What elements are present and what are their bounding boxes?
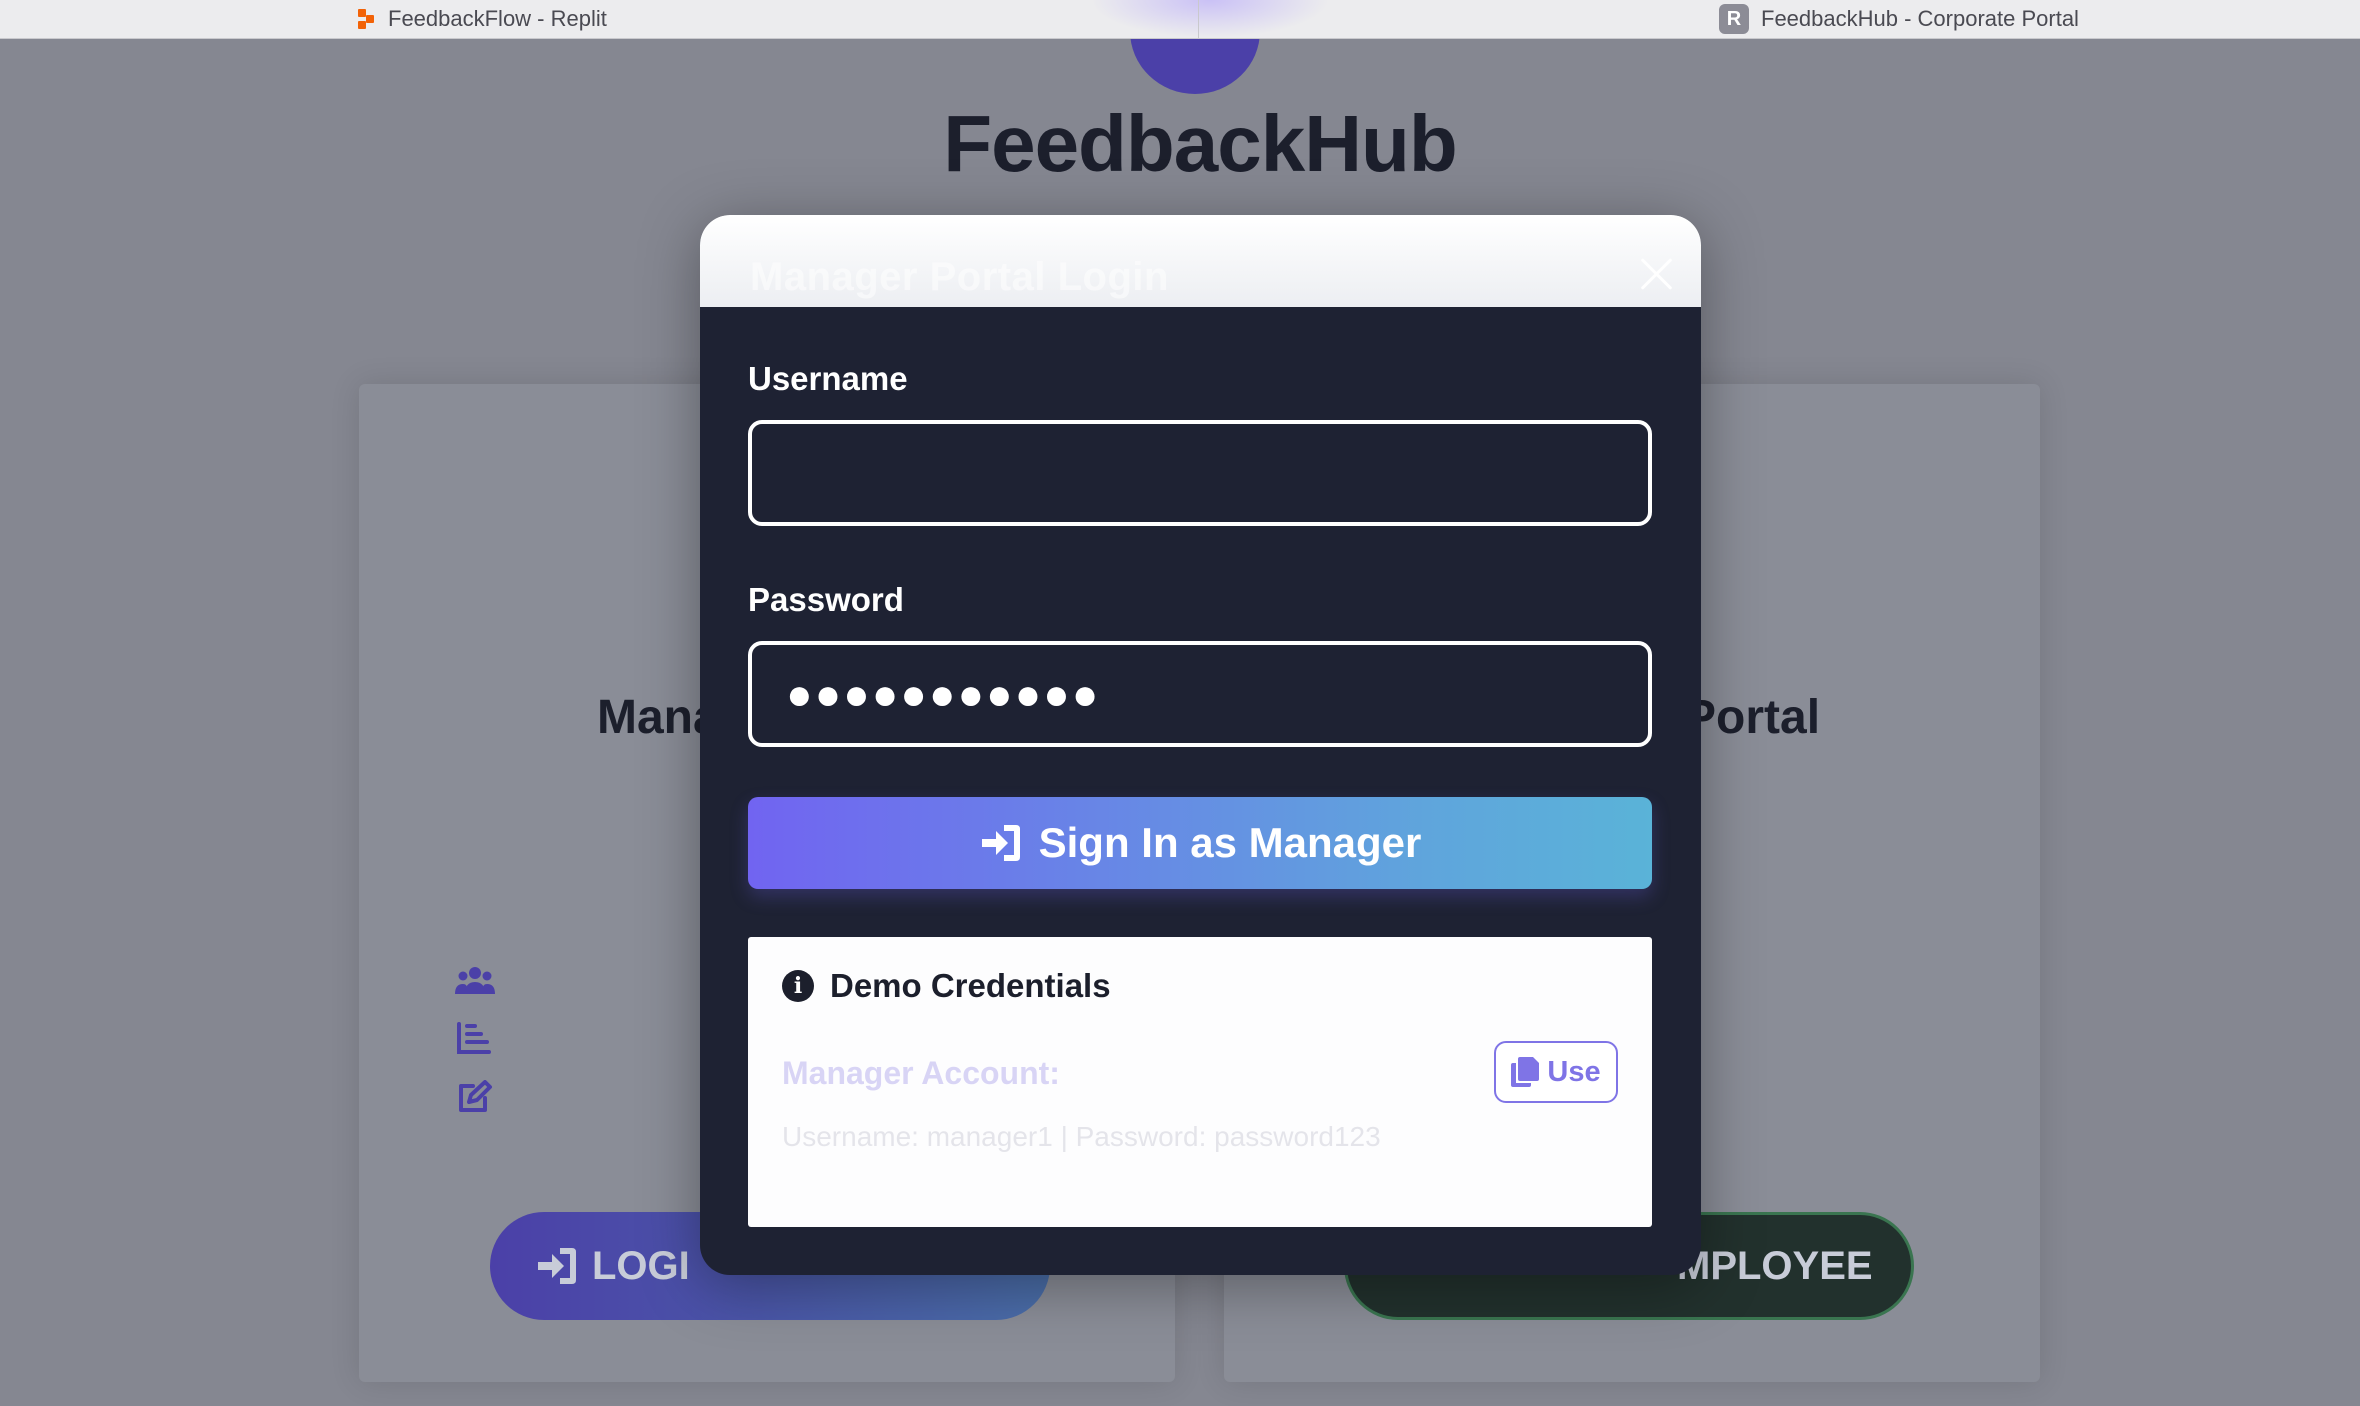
- demo-credentials-text: Username: manager1 | Password: password1…: [782, 1121, 1381, 1152]
- sign-in-icon: [981, 825, 1020, 861]
- demo-heading-text: Demo Credentials: [830, 967, 1111, 1004]
- users-icon: [455, 964, 495, 998]
- edit-icon: [455, 1080, 495, 1114]
- use-label: Use: [1547, 1055, 1601, 1088]
- use-credentials-button[interactable]: Use: [1494, 1041, 1618, 1103]
- browser-tab-bar: FeedbackFlow - Replit R FeedbackHub - Co…: [0, 0, 2360, 39]
- copy-icon: [1511, 1057, 1540, 1087]
- browser-tab-feedbackhub[interactable]: R FeedbackHub - Corporate Portal: [1719, 0, 2079, 38]
- close-icon[interactable]: [1633, 251, 1679, 297]
- chart-icon: [455, 1022, 495, 1056]
- sign-in-button[interactable]: Sign In as Manager: [748, 797, 1652, 889]
- sign-in-label: Sign In as Manager: [1038, 819, 1422, 866]
- card-title: Portal: [1684, 691, 1821, 744]
- r-favicon-icon: R: [1719, 4, 1749, 34]
- tab-divider: [1198, 0, 1199, 38]
- sign-in-icon: [538, 1248, 576, 1284]
- app-title: FeedbackHub: [943, 99, 1458, 188]
- tab-title: FeedbackHub - Corporate Portal: [1761, 6, 2079, 31]
- modal-title: Manager Portal Login: [750, 255, 1169, 299]
- info-icon: i: [782, 970, 814, 1002]
- username-label: Username: [748, 360, 908, 397]
- replit-icon: [356, 9, 376, 29]
- demo-heading: i Demo Credentials: [782, 967, 1111, 1005]
- feature-icons: [455, 964, 495, 1114]
- password-label: Password: [748, 581, 904, 618]
- username-input[interactable]: [748, 420, 1652, 526]
- modal-header: Manager Portal Login: [700, 215, 1701, 307]
- tab-title: FeedbackFlow - Replit: [388, 6, 607, 31]
- button-label: LOGI: [592, 1243, 690, 1288]
- password-input[interactable]: [748, 641, 1652, 747]
- login-modal: Manager Portal Login Username Password ●…: [700, 215, 1701, 1275]
- button-label: MPLOYEE: [1677, 1243, 1873, 1288]
- demo-account-label: Manager Account:: [782, 1055, 1060, 1091]
- browser-tab-replit[interactable]: FeedbackFlow - Replit: [356, 0, 607, 38]
- tab-highlight: [1090, 0, 1330, 38]
- demo-credentials-box: i Demo Credentials Manager Account: User…: [748, 937, 1652, 1227]
